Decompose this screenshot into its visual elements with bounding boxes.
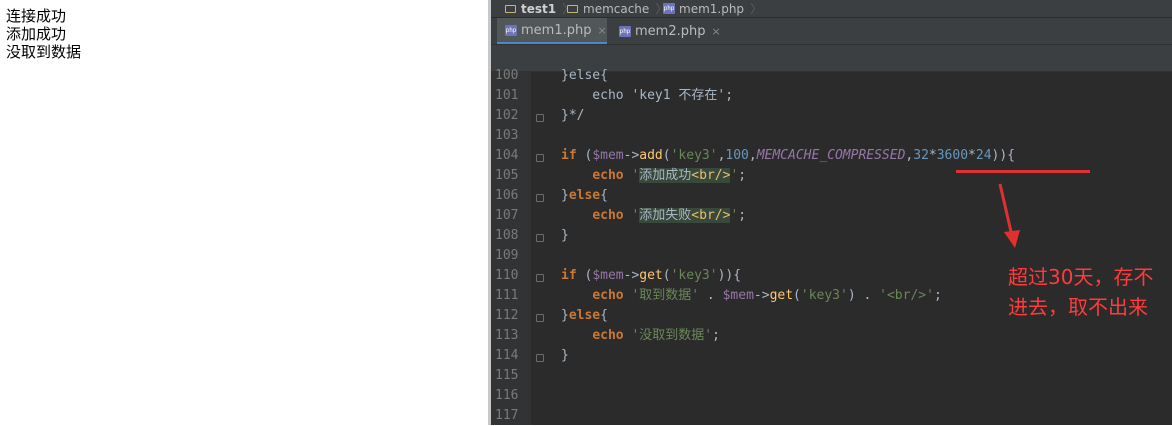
tab-label: mem2.php	[635, 23, 706, 39]
annotation-text: 超过30天，存不进去，取不出来	[1008, 265, 1154, 319]
breadcrumb-label: memcache	[583, 1, 650, 16]
line-number: 102	[495, 108, 519, 123]
tab-mem2[interactable]: php mem2.php ×	[611, 18, 721, 44]
php-file-icon: php	[663, 3, 675, 14]
line-number-gutter: 100 101 102 103 104 105 106 107 108 109 …	[491, 68, 531, 425]
line-number: 109	[495, 248, 519, 263]
output-line-connected: 连接成功	[6, 7, 67, 25]
fold-marker-icon[interactable]	[536, 354, 544, 362]
line-number: 112	[495, 308, 519, 323]
code-line-107: echo '添加失败<br/>';	[592, 208, 747, 223]
output-line-added: 添加成功	[6, 25, 67, 43]
line-number: 105	[495, 168, 519, 183]
code-line-110: if ($mem->get('key3')){	[561, 268, 742, 283]
close-icon[interactable]: ×	[711, 25, 720, 38]
code-line-114: }	[561, 348, 569, 363]
line-number: 116	[495, 388, 519, 403]
code-line-104: if ($mem->add('key3',100,MEMCACHE_COMPRE…	[561, 148, 1016, 163]
line-number: 114	[495, 348, 519, 363]
folder-icon	[505, 4, 516, 13]
fold-gutter	[531, 72, 554, 425]
line-number: 113	[495, 328, 519, 343]
php-file-icon: php	[619, 25, 631, 37]
close-icon[interactable]: ×	[597, 24, 606, 37]
breadcrumb-item-mem1[interactable]: php mem1.php 〉	[663, 0, 762, 17]
code-line-101: echo 'key1 不存在';	[561, 88, 734, 103]
code-line-102: }*/	[561, 108, 585, 123]
line-number: 101	[495, 88, 519, 103]
line-number: 111	[495, 288, 519, 303]
line-number: 108	[495, 228, 519, 243]
fold-marker-icon[interactable]	[536, 154, 544, 162]
breadcrumb-label: test1	[521, 1, 557, 16]
browser-output-pane: 连接成功 添加成功 没取到数据	[0, 0, 488, 425]
code-line-108: }	[561, 228, 569, 243]
chevron-right-icon: 〉	[750, 2, 763, 16]
tab-label: mem1.php	[521, 22, 592, 38]
breadcrumb-item-test1[interactable]: test1 〉	[505, 0, 574, 17]
fold-marker-icon[interactable]	[536, 274, 544, 282]
code-line-111: echo '取到数据' . $mem->get('key3') . '<br/>…	[592, 288, 942, 303]
breadcrumb-item-memcache[interactable]: memcache 〉	[567, 0, 667, 17]
code-line-113: echo '没取到数据';	[592, 328, 720, 343]
code-line-106: }else{	[561, 188, 608, 203]
fold-marker-icon[interactable]	[536, 194, 544, 202]
output-line-not-fetched: 没取到数据	[6, 43, 82, 61]
code-editor[interactable]: }else{ echo 'key1 不存在'; }*/ if ($mem->ad…	[553, 68, 1172, 425]
line-number: 100	[495, 68, 519, 83]
annotation-underline	[956, 170, 1090, 173]
php-file-icon: php	[505, 24, 517, 36]
code-line-100: }else{	[561, 68, 608, 83]
editor-tab-bar: php mem1.php × php mem2.php ×	[491, 18, 1172, 45]
folder-icon	[567, 4, 578, 13]
breadcrumb-label: mem1.php	[679, 1, 745, 16]
line-number: 103	[495, 128, 519, 143]
line-number: 106	[495, 188, 519, 203]
annotation-arrow-icon	[998, 183, 1020, 248]
ide-window: test1 〉 memcache 〉 php mem1.php 〉 php me…	[488, 0, 1172, 425]
code-line-105: echo '添加成功<br/>';	[592, 168, 747, 183]
fold-marker-icon[interactable]	[536, 114, 544, 122]
line-number: 115	[495, 368, 519, 383]
fold-marker-icon[interactable]	[536, 314, 544, 322]
line-number: 107	[495, 208, 519, 223]
fold-marker-icon[interactable]	[536, 234, 544, 242]
line-number: 110	[495, 268, 519, 283]
breadcrumb: test1 〉 memcache 〉 php mem1.php 〉	[491, 0, 1172, 18]
tab-mem1[interactable]: php mem1.php ×	[497, 18, 607, 44]
line-number: 117	[495, 408, 519, 423]
code-line-112: }else{	[561, 308, 608, 323]
line-number: 104	[495, 148, 519, 163]
